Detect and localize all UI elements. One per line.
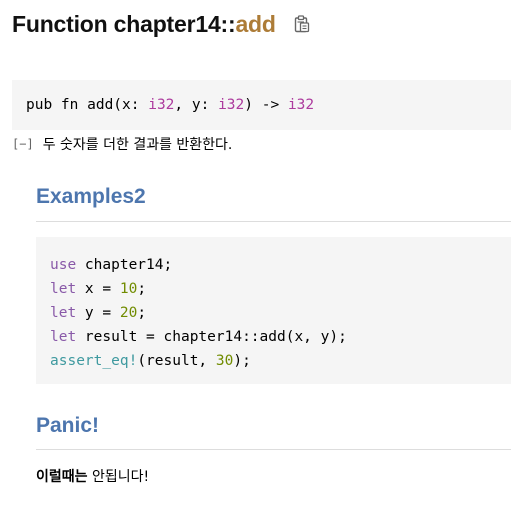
panic-bold-text: 이럴때는 bbox=[36, 469, 88, 485]
page-title: Function chapter14::add bbox=[12, 11, 276, 38]
doc-summary: 두 숫자를 더한 결과를 반환한다. bbox=[42, 137, 233, 153]
copy-path-button[interactable] bbox=[292, 14, 312, 34]
function-signature: pub fn add(x: i32, y: i32) -> i32 bbox=[12, 79, 511, 130]
sig-type-x[interactable]: i32 bbox=[148, 97, 174, 113]
code-keyword: let bbox=[50, 305, 77, 321]
code-number: 20 bbox=[119, 305, 138, 321]
code-text: ; bbox=[137, 281, 147, 297]
panic-heading[interactable]: Panic! bbox=[36, 411, 511, 450]
code-number: 30 bbox=[215, 353, 234, 369]
code-number: 10 bbox=[119, 281, 138, 297]
sig-text-3: ) -> bbox=[244, 96, 288, 113]
docblock-summary-row: [−] 두 숫자를 더한 결과를 반환한다. bbox=[12, 134, 232, 154]
code-text: chapter14; bbox=[76, 257, 173, 273]
panic-rest-text: 안됩니다! bbox=[87, 469, 150, 485]
panic-description: 이럴때는 안됩니다! bbox=[36, 466, 149, 488]
sig-type-y[interactable]: i32 bbox=[218, 97, 244, 113]
code-keyword: use bbox=[50, 257, 77, 273]
code-text: ; bbox=[137, 305, 147, 321]
code-text: result = chapter14::add(x, y); bbox=[76, 329, 347, 345]
title-function-name[interactable]: add bbox=[235, 11, 275, 37]
code-text: x = bbox=[76, 281, 120, 297]
code-text: y = bbox=[76, 305, 120, 321]
code-text: ); bbox=[233, 353, 251, 369]
example-code-block: use chapter14; let x = 10; let y = 20; l… bbox=[36, 237, 511, 384]
sig-text-2: , y: bbox=[174, 96, 219, 113]
title-prefix: Function chapter14:: bbox=[12, 10, 236, 37]
sig-return-type[interactable]: i32 bbox=[288, 97, 314, 113]
code-keyword: let bbox=[50, 329, 77, 345]
collapse-toggle[interactable]: [−] bbox=[12, 137, 34, 151]
code-keyword: let bbox=[50, 281, 77, 297]
code-macro: assert_eq! bbox=[50, 353, 138, 369]
page-title-row: Function chapter14::add bbox=[12, 8, 312, 40]
examples-heading[interactable]: Examples2 bbox=[36, 182, 511, 222]
code-text: (result, bbox=[137, 353, 216, 369]
sig-text-1: pub fn add(x: bbox=[26, 96, 149, 113]
clipboard-icon bbox=[294, 15, 309, 33]
